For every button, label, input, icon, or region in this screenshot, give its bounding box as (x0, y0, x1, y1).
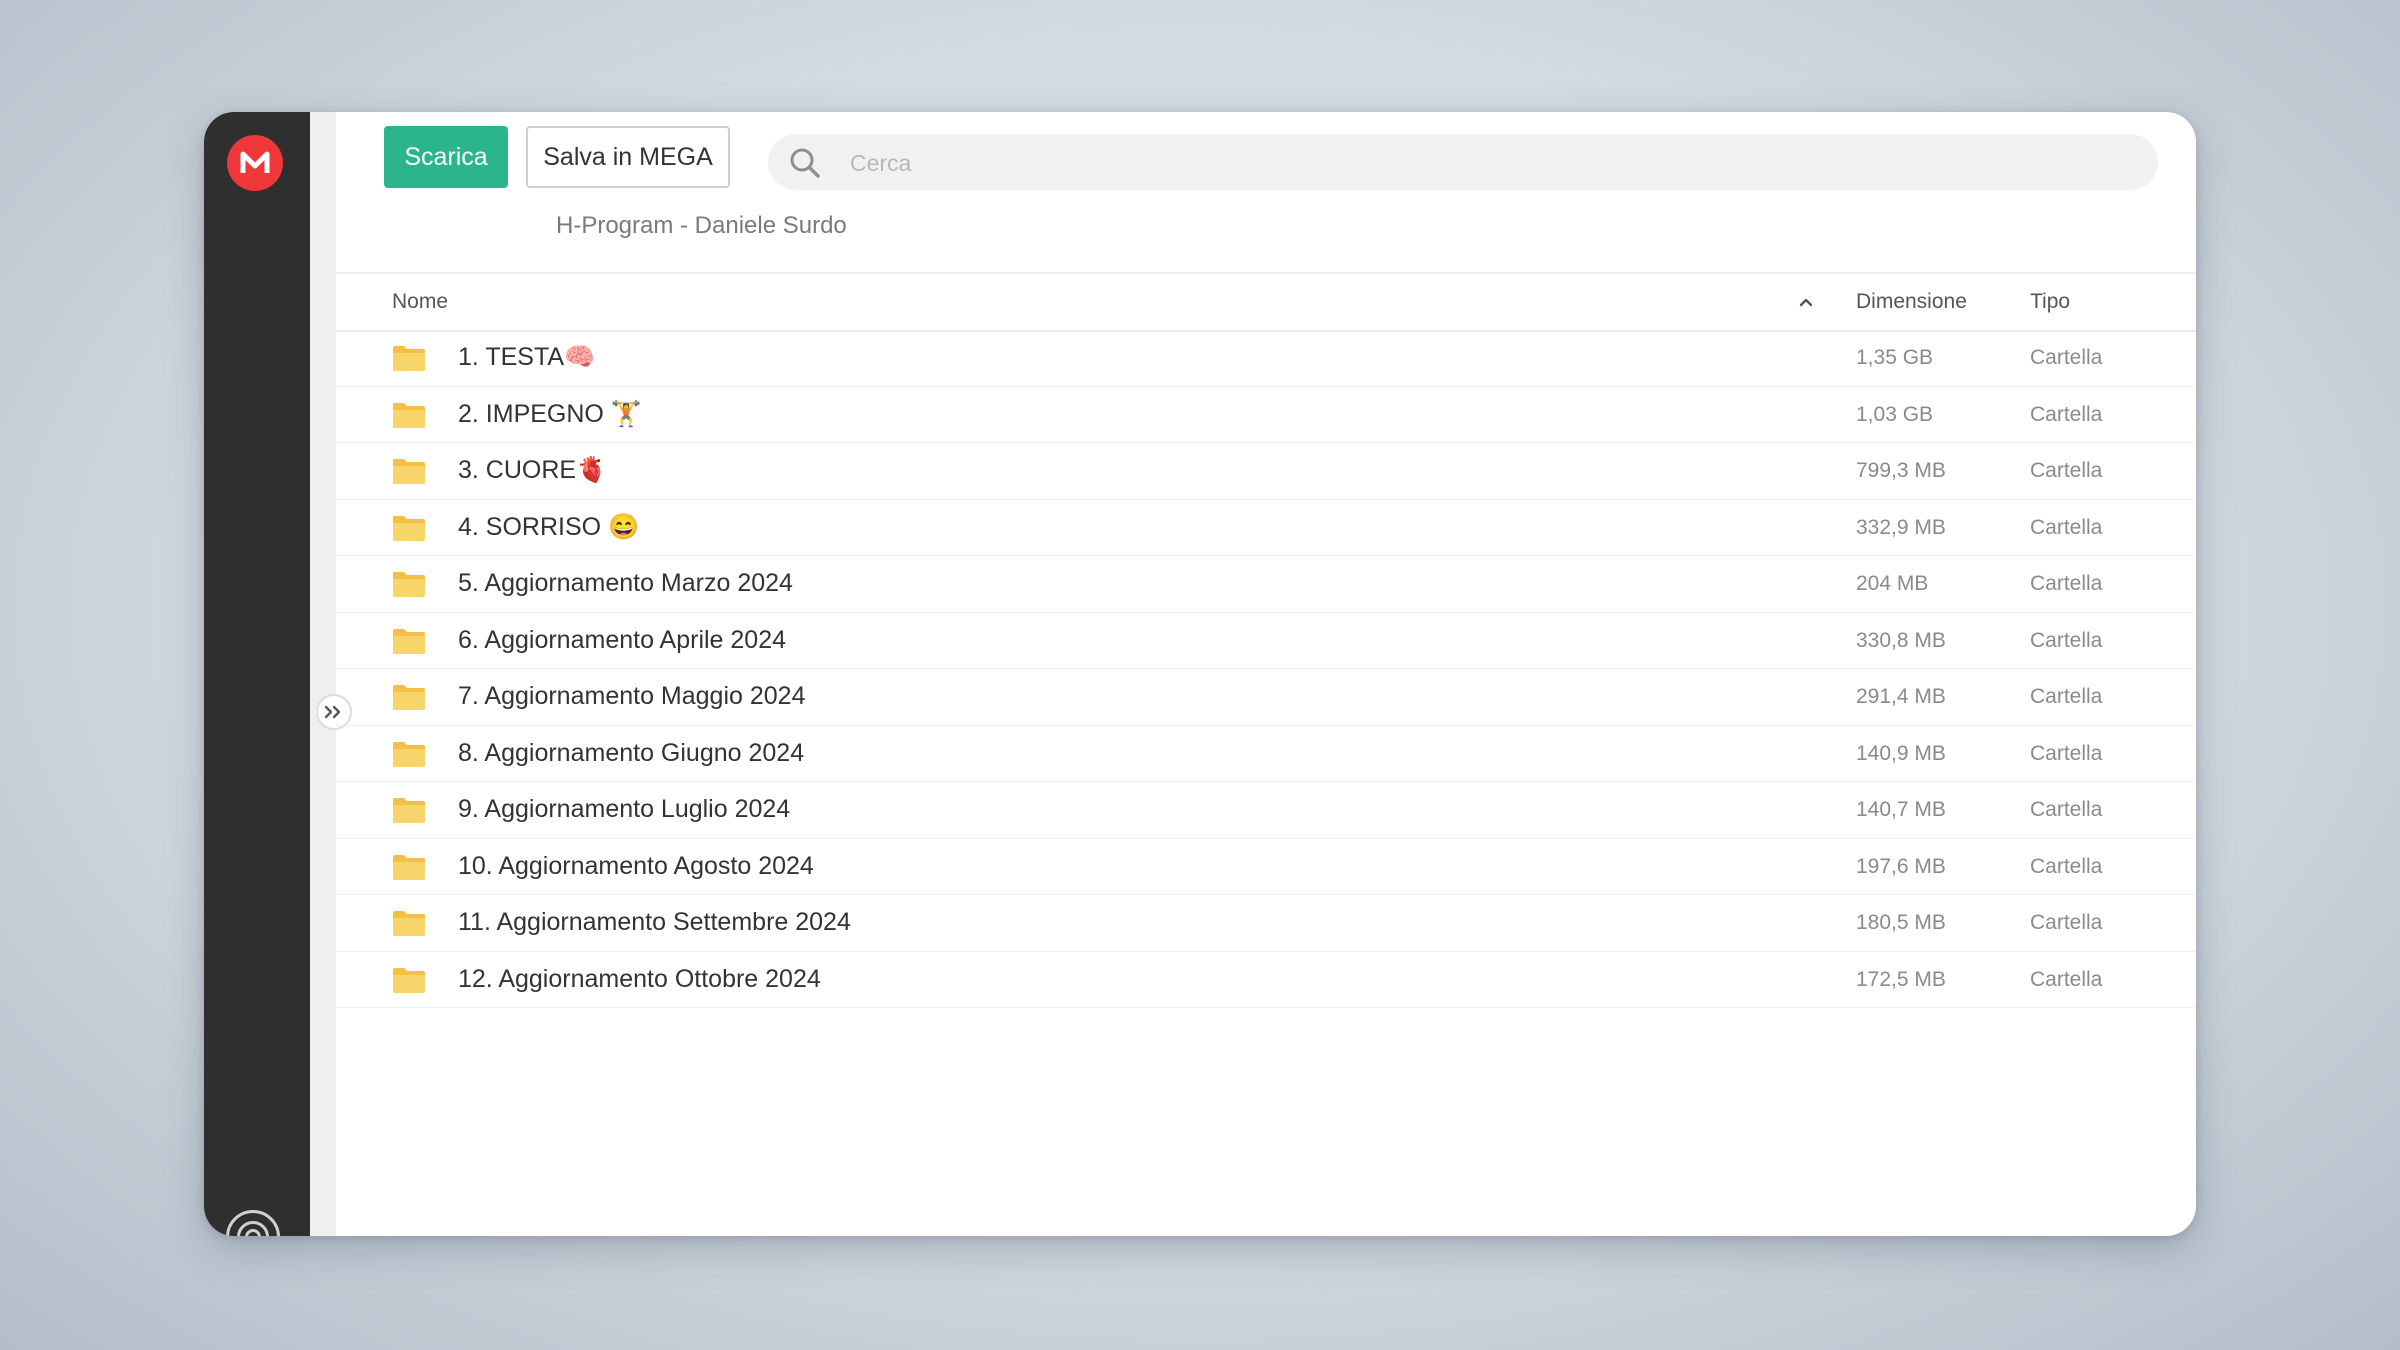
search-bar[interactable] (768, 134, 2158, 192)
row-name: 3. CUORE🫀 (458, 456, 608, 484)
row-type: Cartella (2030, 628, 2103, 652)
table-header: Nome Dimensione Tipo (336, 274, 2196, 332)
column-header-size[interactable]: Dimensione (1856, 290, 1967, 314)
main-panel: Scarica Salva in MEGA H-Program - Daniel… (336, 112, 2196, 1236)
folder-icon (393, 515, 425, 541)
folder-icon (393, 741, 425, 767)
row-name: 2. IMPEGNO 🏋 (458, 399, 642, 428)
table-row[interactable]: 2. IMPEGNO 🏋 1,03 GB Cartella (336, 387, 2196, 443)
row-name: 1. TESTA🧠 (458, 343, 596, 371)
row-size: 330,8 MB (1856, 628, 1946, 652)
row-size: 1,03 GB (1856, 402, 1934, 426)
table-row[interactable]: 3. CUORE🫀 799,3 MB Cartella (336, 443, 2196, 500)
table-row[interactable]: 1. TESTA🧠 1,35 GB Cartella (336, 330, 2196, 387)
row-type: Cartella (2030, 911, 2103, 934)
row-type: Cartella (2030, 685, 2103, 708)
table-row[interactable]: 9. Aggiornamento Luglio 2024 140,7 MB Cart… (336, 782, 2196, 839)
chevron-up-icon[interactable] (1796, 292, 1816, 312)
row-size: 180,5 MB (1856, 911, 1946, 934)
search-icon (790, 148, 820, 178)
folder-icon (393, 911, 425, 936)
row-type: Cartella (2030, 515, 2103, 539)
row-size: 332,9 MB (1856, 515, 1946, 539)
table-row[interactable]: 11. Aggiornamento Settembre 2024 180,5 MB… (336, 895, 2196, 952)
row-name: 7. Aggiornamento Maggio 2024 (458, 682, 806, 710)
folder-icon (393, 854, 425, 880)
breadcrumb[interactable]: H-Program - Daniele Surdo (556, 212, 847, 240)
column-header-name[interactable]: Nome (392, 290, 448, 314)
mega-window: Scarica Salva in MEGA H-Program - Daniel… (204, 112, 2196, 1236)
row-type: Cartella (2030, 346, 2103, 369)
folder-icon (393, 346, 425, 371)
row-size: 172,5 MB (1856, 967, 1946, 991)
mega-logo-icon[interactable] (227, 135, 283, 191)
folder-icon (393, 628, 425, 654)
file-list: 1. TESTA🧠 1,35 GB Cartella 2. IMPEGNO 🏋 1,03… (336, 330, 2196, 1008)
row-type: Cartella (2030, 572, 2103, 595)
row-name: 10. Aggiornamento Agosto 2024 (458, 851, 814, 880)
column-header-type[interactable]: Tipo (2030, 290, 2070, 314)
folder-icon (393, 685, 425, 710)
row-size: 197,6 MB (1856, 854, 1946, 878)
table-row[interactable]: 5. Aggiornamento Marzo 2024 204 MB Cartell… (336, 556, 2196, 613)
row-size: 204 MB (1856, 572, 1929, 595)
table-row[interactable]: 10. Aggiornamento Agosto 2024 197,6 MB Car… (336, 839, 2196, 895)
folder-icon (393, 798, 425, 823)
row-name: 12. Aggiornamento Ottobre 2024 (458, 964, 821, 993)
download-button[interactable]: Scarica (384, 126, 508, 188)
row-size: 291,4 MB (1856, 685, 1946, 708)
transfers-icon[interactable] (226, 1210, 280, 1236)
row-type: Cartella (2030, 459, 2103, 482)
table-row[interactable]: 6. Aggiornamento Aprile 2024 330,8 MB Cart… (336, 613, 2196, 669)
row-name: 9. Aggiornamento Luglio 2024 (458, 795, 791, 823)
search-input[interactable] (848, 134, 2132, 192)
row-name: 4. SORRISO 😄 (458, 512, 640, 541)
table-row[interactable]: 8. Aggiornamento Giugno 2024 140,9 MB Cart… (336, 726, 2196, 782)
row-size: 140,7 MB (1856, 798, 1946, 821)
row-name: 5. Aggiornamento Marzo 2024 (458, 569, 793, 597)
row-type: Cartella (2030, 798, 2103, 821)
folder-icon (393, 967, 425, 993)
mega-m-glyph (240, 151, 270, 173)
row-size: 140,9 MB (1856, 741, 1946, 765)
panel-divider (310, 112, 336, 1236)
row-type: Cartella (2030, 967, 2103, 991)
row-name: 8. Aggiornamento Giugno 2024 (458, 738, 805, 767)
folder-icon (393, 459, 425, 484)
row-name: 11. Aggiornamento Settembre 2024 (458, 908, 851, 936)
row-name: 6. Aggiornamento Aprile 2024 (458, 625, 787, 654)
row-type: Cartella (2030, 402, 2103, 426)
table-row[interactable]: 7. Aggiornamento Maggio 2024 291,4 MB Cart… (336, 669, 2196, 726)
folder-icon (393, 402, 425, 428)
sidebar (204, 112, 310, 1236)
row-size: 1,35 GB (1856, 346, 1934, 369)
table-row[interactable]: 12. Aggiornamento Ottobre 2024 172,5 MB Ca… (336, 952, 2196, 1008)
row-type: Cartella (2030, 741, 2103, 765)
row-size: 799,3 MB (1856, 459, 1946, 482)
row-type: Cartella (2030, 854, 2103, 878)
folder-icon (393, 572, 425, 597)
save-to-mega-button[interactable]: Salva in MEGA (526, 126, 730, 188)
table-row[interactable]: 4. SORRISO 😄 332,9 MB Cartella (336, 500, 2196, 556)
